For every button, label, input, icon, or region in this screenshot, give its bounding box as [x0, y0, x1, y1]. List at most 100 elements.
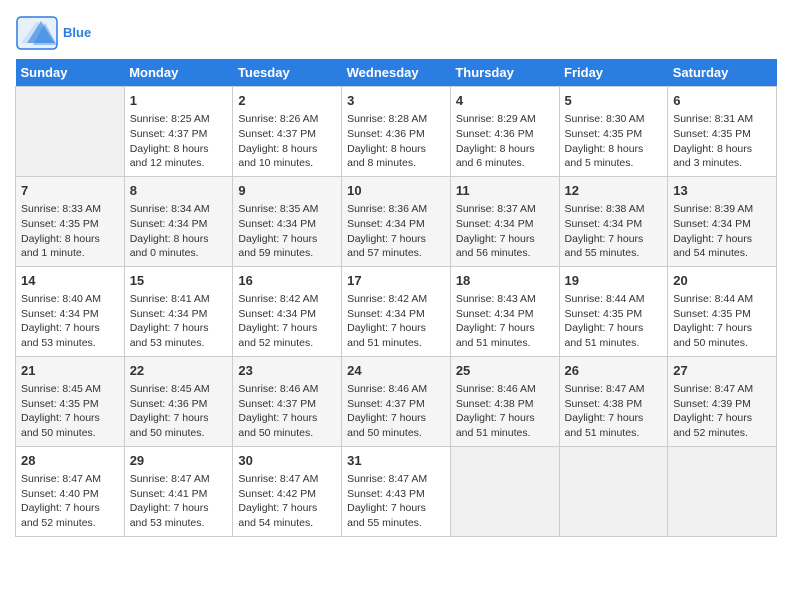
day-number: 22 — [130, 362, 228, 380]
day-cell: 7Sunrise: 8:33 AMSunset: 4:35 PMDaylight… — [16, 176, 125, 266]
day-number: 10 — [347, 182, 445, 200]
sunset: Sunset: 4:34 PM — [456, 218, 534, 230]
day-number: 25 — [456, 362, 554, 380]
sunset: Sunset: 4:34 PM — [238, 218, 316, 230]
daylight: Daylight: 7 hours and 53 minutes. — [21, 322, 100, 349]
daylight: Daylight: 7 hours and 50 minutes. — [673, 322, 752, 349]
day-cell: 14Sunrise: 8:40 AMSunset: 4:34 PMDayligh… — [16, 266, 125, 356]
day-cell: 12 Sunrise: 8:38 AM Sunset: 4:34 PM Dayligh… — [559, 176, 668, 266]
day-number: 15 — [130, 272, 228, 290]
day-number: 11 — [456, 182, 554, 200]
day-number: 16 — [238, 272, 336, 290]
day-cell: 5Sunrise: 8:30 AMSunset: 4:35 PMDaylight… — [559, 87, 668, 177]
week-row-4: 21Sunrise: 8:45 AMSunset: 4:35 PMDayligh… — [16, 356, 777, 446]
sunrise: Sunrise: 8:47 AM — [21, 473, 101, 485]
sunrise: Sunrise: 8:42 AM — [347, 293, 427, 305]
sunrise: Sunrise: 8:33 AM — [21, 203, 101, 215]
sunrise: Sunrise: 8:41 AM — [130, 293, 210, 305]
day-cell: 3Sunrise: 8:28 AMSunset: 4:36 PMDaylight… — [342, 87, 451, 177]
day-cell: 23Sunrise: 8:46 AMSunset: 4:37 PMDayligh… — [233, 356, 342, 446]
day-number: 5 — [565, 92, 663, 110]
sunrise: Sunrise: 8:25 AM — [130, 113, 210, 125]
sunset: Sunset: 4:36 PM — [130, 398, 208, 410]
day-cell: 22Sunrise: 8:45 AMSunset: 4:36 PMDayligh… — [124, 356, 233, 446]
sunrise: Sunrise: 8:44 AM — [565, 293, 645, 305]
header-row: SundayMondayTuesdayWednesdayThursdayFrid… — [16, 59, 777, 87]
sunset: Sunset: 4:38 PM — [456, 398, 534, 410]
day-number: 7 — [21, 182, 119, 200]
sunrise: Sunrise: 8:39 AM — [673, 203, 753, 215]
sunset: Sunset: 4:36 PM — [456, 128, 534, 140]
daylight: Daylight: 7 hours and 50 minutes. — [238, 412, 317, 439]
day-cell: 1Sunrise: 8:25 AMSunset: 4:37 PMDaylight… — [124, 87, 233, 177]
day-cell: 11Sunrise: 8:37 AMSunset: 4:34 PMDayligh… — [450, 176, 559, 266]
sunset: Sunset: 4:40 PM — [21, 488, 99, 500]
col-header-saturday: Saturday — [668, 59, 777, 87]
day-cell: 16Sunrise: 8:42 AMSunset: 4:34 PMDayligh… — [233, 266, 342, 356]
sunrise: Sunrise: 8:37 AM — [456, 203, 536, 215]
day-cell: 2Sunrise: 8:26 AMSunset: 4:37 PMDaylight… — [233, 87, 342, 177]
daylight: Daylight: 7 hours and 55 minutes. — [565, 233, 644, 260]
sunrise: Sunrise: 8:36 AM — [347, 203, 427, 215]
day-cell: 21Sunrise: 8:45 AMSunset: 4:35 PMDayligh… — [16, 356, 125, 446]
sunset: Sunset: 4:34 PM — [565, 218, 643, 230]
daylight: Daylight: 7 hours and 51 minutes. — [565, 412, 644, 439]
sunrise: Sunrise: 8:45 AM — [130, 383, 210, 395]
day-cell: 30Sunrise: 8:47 AMSunset: 4:42 PMDayligh… — [233, 446, 342, 536]
day-number: 8 — [130, 182, 228, 200]
day-number: 17 — [347, 272, 445, 290]
day-cell: 31Sunrise: 8:47 AMSunset: 4:43 PMDayligh… — [342, 446, 451, 536]
day-cell: 10Sunrise: 8:36 AMSunset: 4:34 PMDayligh… — [342, 176, 451, 266]
day-number: 13 — [673, 182, 771, 200]
day-number: 28 — [21, 452, 119, 470]
sunrise: Sunrise: 8:47 AM — [565, 383, 645, 395]
logo-icon — [15, 15, 59, 51]
week-row-5: 28 Sunrise: 8:47 AM Sunset: 4:40 PM Dayligh… — [16, 446, 777, 536]
day-number: 27 — [673, 362, 771, 380]
col-header-sunday: Sunday — [16, 59, 125, 87]
day-number: 12 — [565, 182, 663, 200]
week-row-2: 7 Sunrise: 8:33 AM Sunset: 4:35 PM Daylight… — [16, 176, 777, 266]
sunset: Sunset: 4:34 PM — [347, 308, 425, 320]
col-header-thursday: Thursday — [450, 59, 559, 87]
day-number: 20 — [673, 272, 771, 290]
sunset: Sunset: 4:34 PM — [130, 218, 208, 230]
daylight: Daylight: 7 hours and 50 minutes. — [347, 412, 426, 439]
day-cell — [559, 446, 668, 536]
sunrise: Sunrise: 8:28 AM — [347, 113, 427, 125]
day-cell: 17Sunrise: 8:42 AMSunset: 4:34 PMDayligh… — [342, 266, 451, 356]
sunset: Sunset: 4:34 PM — [347, 218, 425, 230]
day-cell: 19Sunrise: 8:44 AMSunset: 4:35 PMDayligh… — [559, 266, 668, 356]
sunset: Sunset: 4:34 PM — [238, 308, 316, 320]
day-cell: 29Sunrise: 8:47 AMSunset: 4:41 PMDayligh… — [124, 446, 233, 536]
sunrise: Sunrise: 8:43 AM — [456, 293, 536, 305]
page-header: Blue — [15, 15, 777, 51]
col-header-monday: Monday — [124, 59, 233, 87]
day-cell: 28Sunrise: 8:47 AMSunset: 4:40 PMDayligh… — [16, 446, 125, 536]
sunset: Sunset: 4:37 PM — [130, 128, 208, 140]
calendar-table: SundayMondayTuesdayWednesdayThursdayFrid… — [15, 59, 777, 537]
sunrise: Sunrise: 8:46 AM — [456, 383, 536, 395]
daylight: Daylight: 7 hours and 51 minutes. — [456, 322, 535, 349]
sunrise: Sunrise: 8:47 AM — [130, 473, 210, 485]
day-cell: 6Sunrise: 8:31 AMSunset: 4:35 PMDaylight… — [668, 87, 777, 177]
day-number: 19 — [565, 272, 663, 290]
day-cell: 8Sunrise: 8:34 AMSunset: 4:34 PMDaylight… — [124, 176, 233, 266]
sunrise: Sunrise: 8:38 AM — [565, 203, 645, 215]
daylight: Daylight: 8 hours and 5 minutes. — [565, 143, 644, 170]
sunset: Sunset: 4:35 PM — [21, 218, 99, 230]
day-cell: 26Sunrise: 8:47 AMSunset: 4:38 PMDayligh… — [559, 356, 668, 446]
sunset: Sunset: 4:41 PM — [130, 488, 208, 500]
daylight: Daylight: 7 hours and 54 minutes. — [238, 502, 317, 529]
day-cell: 13Sunrise: 8:39 AMSunset: 4:34 PMDayligh… — [668, 176, 777, 266]
daylight: Daylight: 8 hours and 8 minutes. — [347, 143, 426, 170]
day-cell: 15Sunrise: 8:41 AMSunset: 4:34 PMDayligh… — [124, 266, 233, 356]
sunset: Sunset: 4:35 PM — [21, 398, 99, 410]
sunset: Sunset: 4:37 PM — [238, 398, 316, 410]
daylight: Daylight: 8 hours and 6 minutes. — [456, 143, 535, 170]
sunset: Sunset: 4:35 PM — [673, 128, 751, 140]
day-number: 1 — [130, 92, 228, 110]
day-cell: 4Sunrise: 8:29 AMSunset: 4:36 PMDaylight… — [450, 87, 559, 177]
sunrise: Sunrise: 8:46 AM — [238, 383, 318, 395]
day-number: 2 — [238, 92, 336, 110]
